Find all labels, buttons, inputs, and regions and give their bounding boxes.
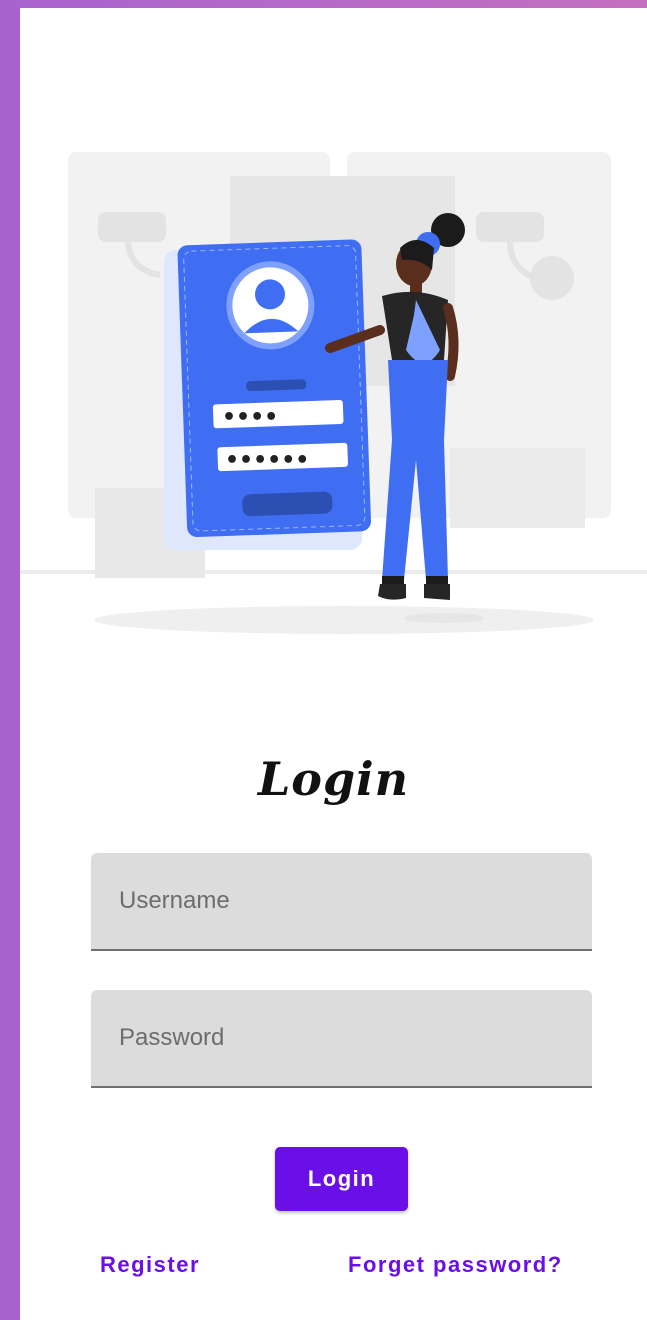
username-field-container [91, 853, 592, 951]
password-field-container [91, 990, 592, 1088]
password-field[interactable] [91, 990, 592, 1086]
login-title: Login [257, 752, 410, 806]
login-button[interactable]: Login [275, 1147, 408, 1211]
username-field[interactable] [91, 853, 592, 949]
register-link[interactable]: Register [100, 1252, 200, 1278]
login-illustration: •••• •••••• [20, 140, 647, 650]
masked-username-text: •••• [222, 405, 278, 430]
masked-password-text: •••••• [225, 448, 309, 473]
left-frame-border [0, 0, 20, 1320]
login-illustration-icon: •••• •••••• [20, 152, 647, 634]
top-frame-border [0, 0, 647, 8]
forget-password-link[interactable]: Forget password? [348, 1252, 563, 1278]
